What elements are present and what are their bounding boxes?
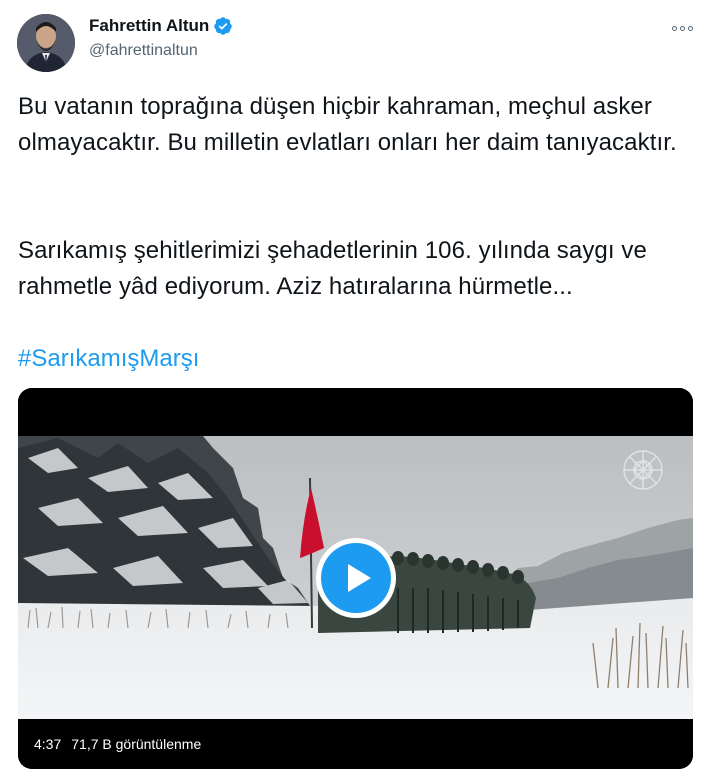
tweet: Fahrettin Altun @fahrettinaltun Bu vatan… xyxy=(0,0,703,776)
tweet-text-paragraph-2: Sarıkamış şehitlerimizi şehadetlerinin 1… xyxy=(18,237,647,300)
video-view-count: 71,7 B görüntülenme xyxy=(71,736,202,752)
more-dot xyxy=(671,25,677,31)
play-button[interactable] xyxy=(316,538,396,618)
video-player[interactable]: 4:37 71,7 B görüntülenme xyxy=(18,388,693,769)
more-options-icon[interactable] xyxy=(668,18,696,38)
verified-badge-icon xyxy=(214,17,232,35)
play-icon xyxy=(348,564,371,592)
avatar[interactable] xyxy=(17,14,75,72)
hashtag-link[interactable]: #SarıkamışMarşı xyxy=(18,341,199,377)
more-dot xyxy=(687,25,693,31)
display-name[interactable]: Fahrettin Altun xyxy=(89,16,209,36)
author-name-row[interactable]: Fahrettin Altun xyxy=(89,16,233,36)
author-handle[interactable]: @fahrettinaltun xyxy=(89,42,198,60)
video-duration: 4:37 xyxy=(34,736,62,752)
play-icon-background xyxy=(321,543,391,613)
tweet-text-paragraph-1: Bu vatanın toprağına düşen hiçbir kahram… xyxy=(18,93,677,156)
video-info-bar: 4:37 71,7 B görüntülenme xyxy=(18,719,693,769)
channel-logo-icon xyxy=(623,450,663,490)
profile-photo-icon xyxy=(17,14,75,72)
more-dot xyxy=(679,25,685,31)
